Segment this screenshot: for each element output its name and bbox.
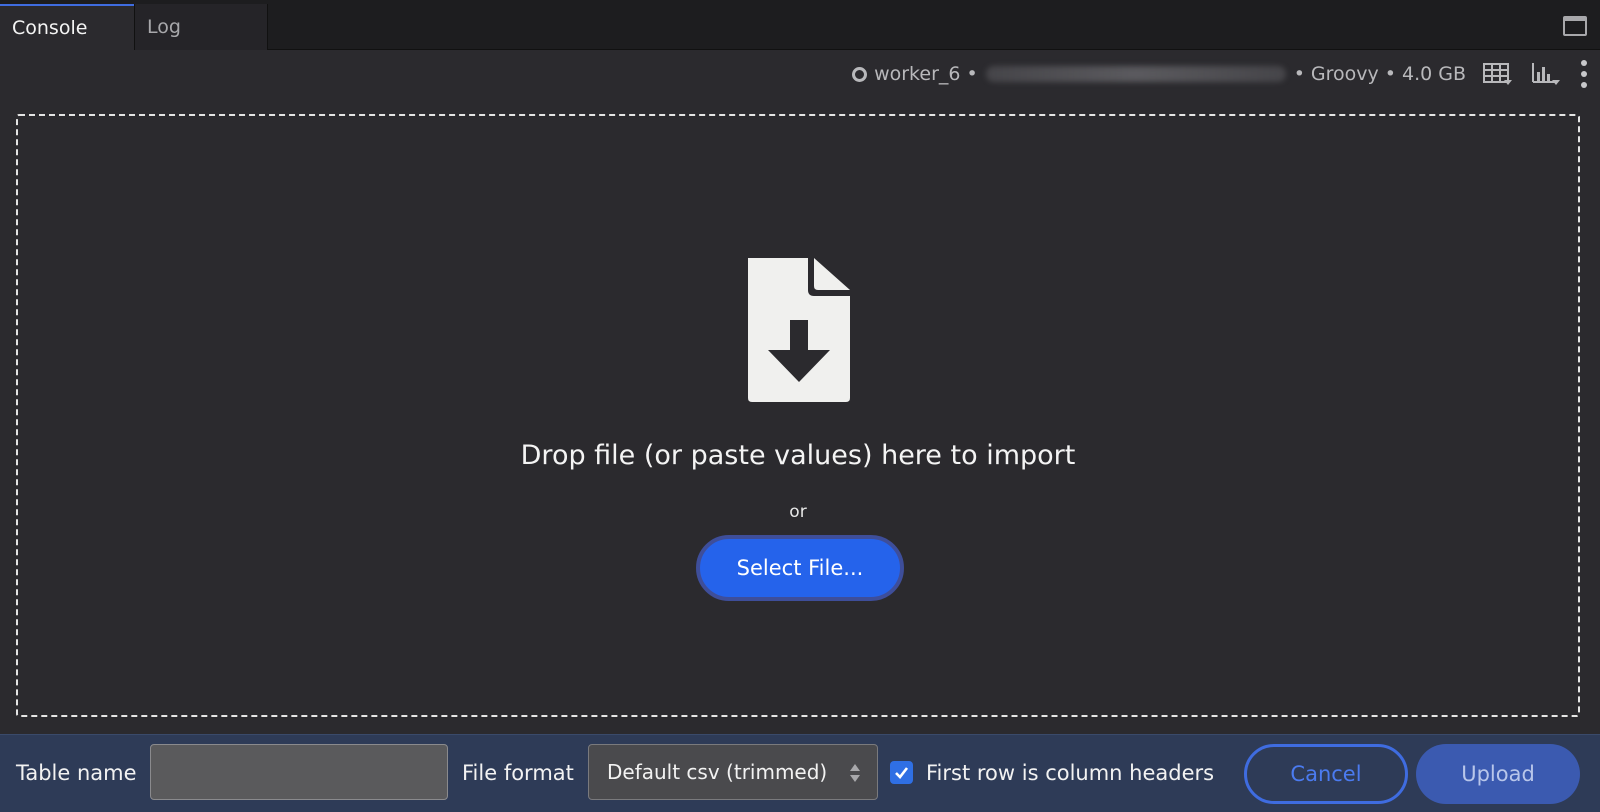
table-name-input[interactable] (150, 744, 448, 800)
status-separator: • (1384, 63, 1396, 85)
console-panel: worker_6 • • Groovy • 4.0 GB Drop file (… (0, 50, 1600, 734)
redacted-host (985, 66, 1286, 82)
connection-status-icon (852, 66, 868, 82)
first-row-headers-label: First row is column headers (926, 761, 1215, 785)
first-row-headers-checkbox[interactable] (890, 761, 913, 784)
more-options-icon[interactable] (1580, 60, 1588, 88)
table-dropdown-icon[interactable] (1482, 60, 1514, 88)
tab-log-label: Log (147, 16, 181, 38)
tab-console[interactable]: Console (0, 4, 134, 50)
file-format-value: Default csv (trimmed) (607, 760, 828, 784)
select-arrows-icon (850, 764, 860, 782)
status-bar: worker_6 • • Groovy • 4.0 GB (852, 56, 1600, 92)
maximize-icon[interactable] (1563, 16, 1587, 36)
status-separator: • (1293, 63, 1305, 85)
table-name-label: Table name (16, 761, 137, 785)
worker-name: worker_6 (874, 63, 961, 85)
tab-log[interactable]: Log (134, 4, 268, 50)
or-separator: or (789, 502, 807, 522)
checkmark-icon (895, 767, 909, 779)
file-drop-zone[interactable]: Drop file (or paste values) here to impo… (16, 114, 1580, 717)
cancel-button[interactable]: Cancel (1244, 744, 1408, 804)
file-format-label: File format (462, 761, 574, 785)
status-separator: • (966, 63, 978, 85)
file-format-select[interactable]: Default csv (trimmed) (588, 744, 878, 800)
select-file-button[interactable]: Select File... (696, 535, 904, 601)
drop-instructions: Drop file (or paste values) here to impo… (520, 440, 1076, 471)
upload-button[interactable]: Upload (1416, 744, 1580, 804)
tab-console-label: Console (12, 17, 88, 39)
chart-dropdown-icon[interactable] (1530, 60, 1562, 88)
import-options-bar: Table name File format Default csv (trim… (0, 734, 1600, 812)
tab-bar: Console Log (0, 0, 1600, 50)
file-import-icon (748, 258, 850, 402)
language-label: Groovy (1310, 63, 1379, 85)
memory-label: 4.0 GB (1401, 63, 1466, 85)
